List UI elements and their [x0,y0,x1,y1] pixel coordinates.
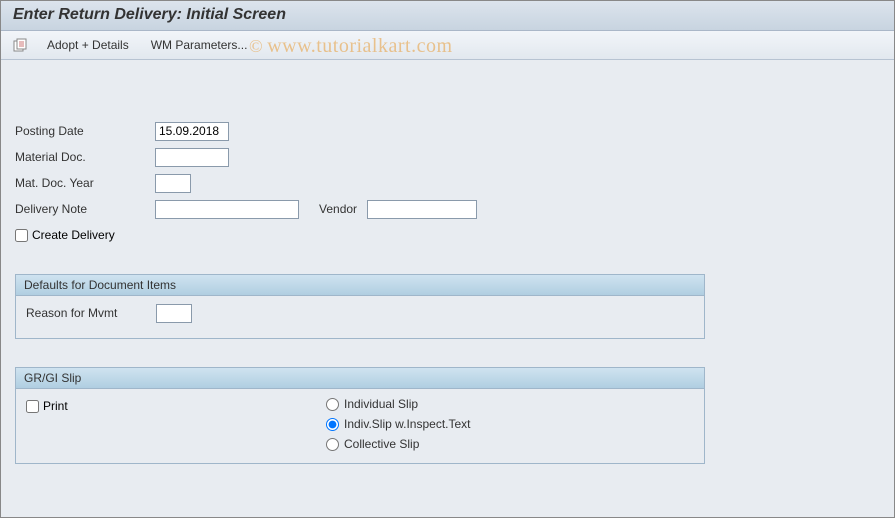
individual-slip-label: Individual Slip [344,397,418,411]
individual-slip-radio[interactable] [326,398,339,411]
mat-doc-year-input[interactable] [155,174,191,193]
material-doc-input[interactable] [155,148,229,167]
adopt-details-button[interactable]: Adopt + Details [41,35,135,55]
indiv-inspect-label: Indiv.Slip w.Inspect.Text [344,417,471,431]
page-title: Enter Return Delivery: Initial Screen [1,1,894,31]
posting-date-input[interactable] [155,122,229,141]
create-delivery-label: Create Delivery [32,228,115,242]
posting-date-label: Posting Date [15,124,155,138]
slip-groupbox: GR/GI Slip Print Individual Slip Indiv.S… [15,367,705,464]
collective-slip-label: Collective Slip [344,437,419,451]
content-area: Posting Date Material Doc. Mat. Doc. Yea… [1,60,894,478]
delivery-note-input[interactable] [155,200,299,219]
reason-for-mvmt-input[interactable] [156,304,192,323]
wm-parameters-button[interactable]: WM Parameters... [145,35,254,55]
defaults-groupbox: Defaults for Document Items Reason for M… [15,274,705,339]
print-checkbox[interactable] [26,400,39,413]
delivery-note-label: Delivery Note [15,202,155,216]
vendor-label: Vendor [319,202,357,216]
toolbar: Adopt + Details WM Parameters... [1,31,894,60]
mat-doc-year-label: Mat. Doc. Year [15,176,155,190]
vendor-input[interactable] [367,200,477,219]
documents-icon[interactable] [11,36,31,54]
create-delivery-checkbox[interactable] [15,229,28,242]
print-label: Print [43,399,68,413]
reason-for-mvmt-label: Reason for Mvmt [26,306,156,320]
material-doc-label: Material Doc. [15,150,155,164]
indiv-inspect-radio[interactable] [326,418,339,431]
defaults-group-title: Defaults for Document Items [16,275,704,296]
collective-slip-radio[interactable] [326,438,339,451]
slip-group-title: GR/GI Slip [16,368,704,389]
